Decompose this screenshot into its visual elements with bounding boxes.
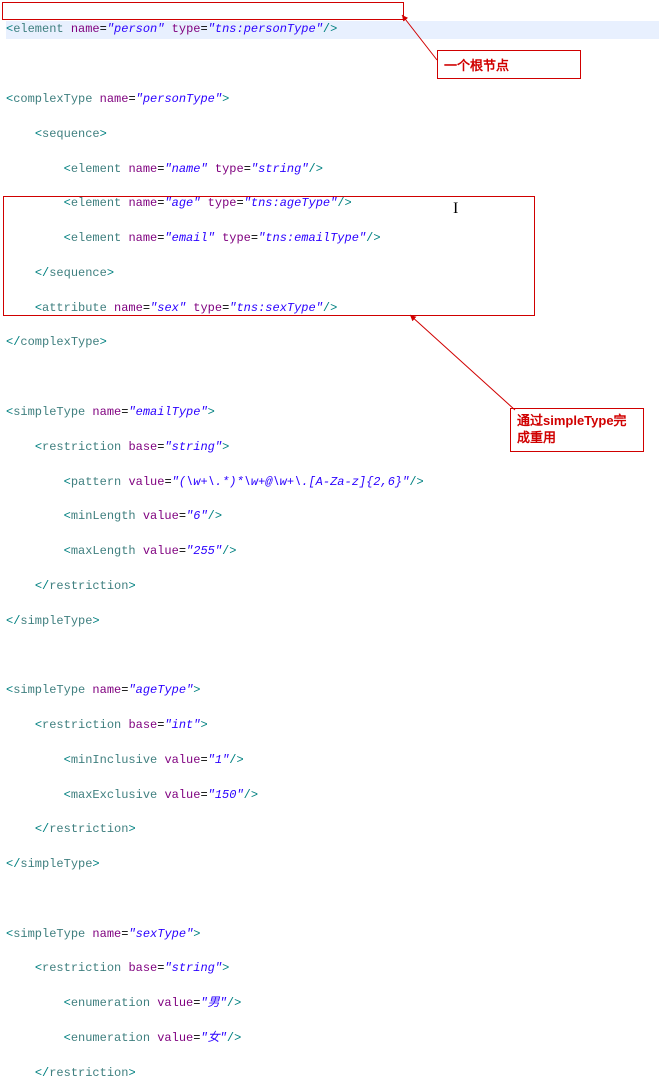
code-line: <complexType name="personType"> <box>6 91 659 108</box>
code-line <box>6 369 659 386</box>
code-line: </restriction> <box>6 1065 659 1082</box>
code-line: <element name="person" type="tns:personT… <box>6 21 659 38</box>
code-line: <element name="age" type="tns:ageType"/> <box>6 195 659 212</box>
code-line: <simpleType name="ageType"> <box>6 682 659 699</box>
code-line <box>6 647 659 664</box>
code-line: <restriction base="string"> <box>6 960 659 977</box>
code-line: <simpleType name="sexType"> <box>6 926 659 943</box>
code-line: <enumeration value="女"/> <box>6 1030 659 1047</box>
code-line: <maxExclusive value="150"/> <box>6 787 659 804</box>
code-line: </restriction> <box>6 821 659 838</box>
text-cursor-icon: I <box>453 200 458 218</box>
code-line: <restriction base="int"> <box>6 717 659 734</box>
annotation-text: 一个根节点 <box>444 58 509 73</box>
code-line: <minLength value="6"/> <box>6 508 659 525</box>
annotation-simpletype-reuse: 通过simpleType完成重用 <box>510 408 644 452</box>
code-line: </restriction> <box>6 578 659 595</box>
code-block: <element name="person" type="tns:personT… <box>0 0 661 1084</box>
code-line: <element name="email" type="tns:emailTyp… <box>6 230 659 247</box>
code-line: <pattern value="(\w+\.*)*\w+@\w+\.[A-Za-… <box>6 474 659 491</box>
code-line: </complexType> <box>6 334 659 351</box>
code-line <box>6 891 659 908</box>
code-line: <enumeration value="男"/> <box>6 995 659 1012</box>
code-line: <element name="name" type="string"/> <box>6 161 659 178</box>
code-line: </simpleType> <box>6 856 659 873</box>
code-line: </simpleType> <box>6 613 659 630</box>
annotation-text: 通过simpleType完成重用 <box>517 413 627 445</box>
code-line: <sequence> <box>6 126 659 143</box>
code-line: </sequence> <box>6 265 659 282</box>
code-line: <maxLength value="255"/> <box>6 543 659 560</box>
annotation-root-node: 一个根节点 <box>437 50 581 79</box>
code-line: <minInclusive value="1"/> <box>6 752 659 769</box>
code-line: <attribute name="sex" type="tns:sexType"… <box>6 300 659 317</box>
